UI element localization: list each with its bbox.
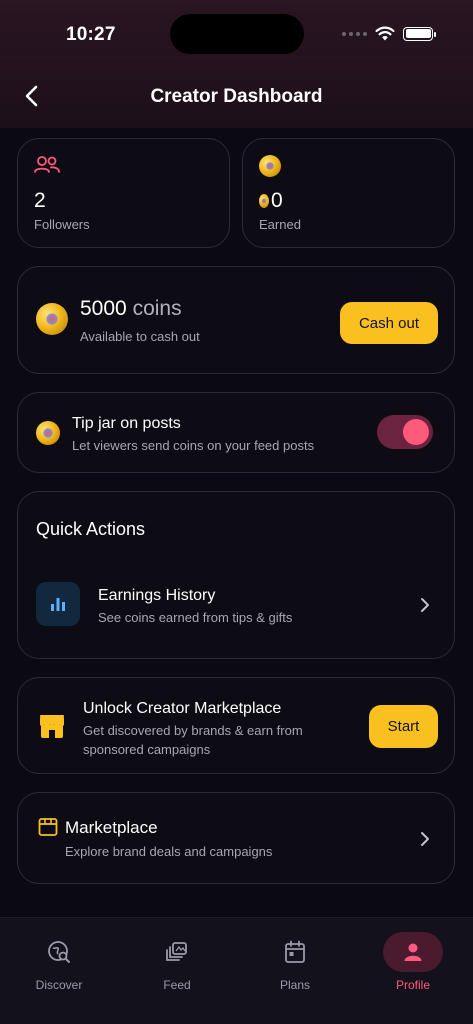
followers-card: 2 Followers (17, 138, 230, 248)
unlock-marketplace-subtitle-line2: sponsored campaigns (83, 742, 211, 757)
cellular-signal-icon (342, 31, 367, 36)
tab-profile[interactable]: Profile (354, 918, 472, 1024)
tab-label: Plans (279, 978, 311, 992)
tip-jar-subtitle: Let viewers send coins on your feed post… (72, 438, 315, 453)
earned-count: 0 (271, 189, 283, 212)
chevron-right-icon (421, 598, 429, 612)
marketplace-title: Marketplace (65, 818, 158, 837)
dynamic-island (170, 14, 304, 54)
coin-icon (36, 303, 68, 335)
top-bar: 10:27 Creator Dashboard (0, 0, 473, 128)
page-title: Creator Dashboard (150, 86, 323, 107)
tab-label: Discover (35, 978, 83, 992)
tab-plans[interactable]: Plans (236, 918, 354, 1024)
coin-icon (36, 421, 60, 445)
start-button[interactable]: Start (369, 705, 438, 748)
followers-count: 2 (34, 189, 46, 212)
coin-icon (259, 155, 281, 177)
toggle-knob (403, 419, 429, 445)
users-icon (34, 156, 60, 173)
tab-discover[interactable]: Discover (0, 918, 118, 1024)
tab-label: Profile (395, 978, 430, 992)
earnings-history-subtitle: See coins earned from tips & gifts (98, 610, 293, 625)
tip-jar-title: Tip jar on posts (72, 415, 181, 432)
marketplace-card[interactable]: Marketplace Explore brand deals and camp… (17, 792, 455, 884)
balance-subtitle: Available to cash out (80, 329, 200, 344)
tab-feed[interactable]: Feed (118, 918, 236, 1024)
coin-balance-unit: coins (132, 297, 182, 320)
person-icon (383, 932, 443, 972)
store-icon (40, 715, 64, 738)
battery-icon (403, 26, 436, 41)
earnings-history-item[interactable]: Earnings History See coins earned from t… (18, 568, 455, 648)
tip-jar-toggle[interactable] (377, 415, 433, 449)
coin-balance: 5000 coins (80, 297, 182, 321)
status-time: 10:27 (66, 24, 116, 45)
tab-bar: Discover Feed Plans Profile (0, 917, 473, 1024)
status-indicators (342, 26, 436, 41)
marketplace-subtitle: Explore brand deals and campaigns (65, 844, 273, 859)
unlock-marketplace-card: Unlock Creator Marketplace Get discovere… (17, 677, 455, 774)
balance-card: 5000 coins Available to cash out Cash ou… (17, 266, 455, 374)
earnings-icon-box (36, 582, 80, 626)
feed-icon (157, 932, 197, 972)
store-icon (38, 818, 58, 836)
bar-chart-icon (51, 598, 65, 611)
earned-value: 0 (259, 189, 283, 213)
discover-icon (39, 932, 79, 972)
unlock-marketplace-subtitle-line1: Get discovered by brands & earn from (83, 723, 303, 738)
unlock-marketplace-title: Unlock Creator Marketplace (83, 700, 282, 717)
followers-label: Followers (34, 217, 90, 232)
tab-label: Feed (163, 978, 191, 992)
earned-card: 0 Earned (242, 138, 455, 248)
coin-icon (259, 194, 269, 208)
quick-actions-card: Quick Actions Earnings History See coins… (17, 491, 455, 659)
earnings-history-title: Earnings History (98, 587, 216, 604)
calendar-icon (275, 932, 315, 972)
earned-label: Earned (259, 217, 301, 232)
coin-balance-amount: 5000 (80, 297, 127, 320)
chevron-right-icon (421, 832, 429, 846)
cash-out-button[interactable]: Cash out (340, 302, 438, 344)
tip-jar-card: Tip jar on posts Let viewers send coins … (17, 392, 455, 473)
wifi-icon (375, 26, 395, 41)
quick-actions-title: Quick Actions (36, 519, 146, 539)
